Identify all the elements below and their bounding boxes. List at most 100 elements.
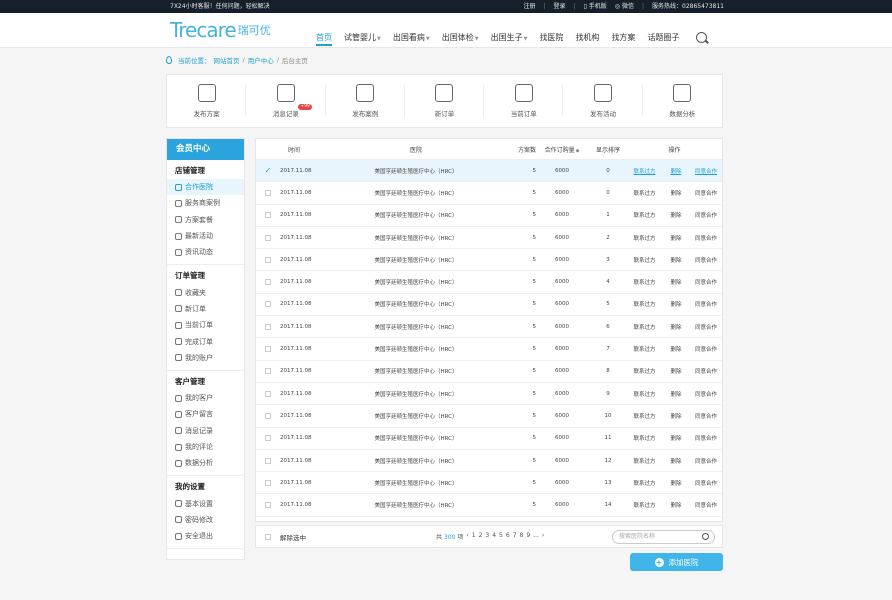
sidebar-item[interactable]: 安全退出 (167, 528, 244, 544)
mobile-link[interactable]: ▯ 手机版 (584, 0, 607, 13)
row-checkbox[interactable] (256, 323, 280, 330)
sidebar-item[interactable]: 我的客户 (167, 390, 244, 406)
nav-item[interactable]: 话题圈子 (641, 13, 685, 48)
agree-link[interactable]: 同意合作 (691, 434, 721, 442)
col-orders[interactable]: 合作订购量◆ (536, 145, 588, 154)
sidebar-item[interactable]: 合作医院 (167, 179, 244, 196)
row-checkbox[interactable] (256, 212, 280, 219)
search-icon[interactable] (696, 32, 707, 43)
row-checkbox[interactable] (256, 457, 280, 464)
nav-item[interactable]: 出国看病▼ (387, 13, 436, 48)
row-checkbox[interactable] (256, 234, 280, 241)
contact-link[interactable]: 联系过方 (628, 434, 661, 442)
page-link[interactable]: 1 (472, 532, 476, 541)
contact-link[interactable]: 联系过方 (628, 278, 661, 286)
nav-item[interactable]: 首页 (310, 13, 338, 48)
logo[interactable]: Trecare 瑞可优 (170, 17, 271, 43)
quick-action[interactable]: 当前订单 (484, 75, 564, 127)
sidebar-item[interactable]: 客户留言 (167, 406, 244, 422)
wechat-link[interactable]: ◎ 微信 (615, 0, 634, 13)
hospital-search-input[interactable]: 搜索医院名称 (612, 530, 715, 544)
agree-link[interactable]: 同意合作 (691, 457, 721, 465)
register-link[interactable]: 注册 (523, 0, 535, 13)
page-link[interactable]: 3 (485, 532, 489, 541)
quick-action[interactable]: 数据分析 (643, 75, 722, 127)
contact-link[interactable]: 联系过方 (628, 256, 661, 264)
breadcrumb-home[interactable]: 网站首页 (214, 55, 240, 65)
contact-link[interactable]: 联系过方 (628, 501, 661, 509)
nav-item[interactable]: 出国体检▼ (436, 13, 485, 48)
breadcrumb-center[interactable]: 用户中心 (248, 55, 274, 65)
login-link[interactable]: 登录 (553, 0, 565, 13)
delete-link[interactable]: 删除 (661, 367, 691, 375)
agree-link[interactable]: 同意合作 (691, 256, 721, 264)
row-checkbox[interactable] (256, 502, 280, 509)
nav-item[interactable]: 找医院 (533, 13, 569, 48)
quick-action[interactable]: 消息记录 +99 (246, 75, 326, 127)
row-checkbox[interactable] (256, 301, 280, 308)
delete-link[interactable]: 删除 (661, 278, 691, 286)
delete-link[interactable]: 删除 (661, 457, 691, 465)
row-checkbox[interactable] (256, 346, 280, 353)
page-link[interactable]: 9 (526, 532, 530, 541)
quick-action[interactable]: 发布活动 (563, 75, 643, 127)
contact-link[interactable]: 联系过方 (628, 323, 661, 331)
row-checkbox[interactable]: ✓ (256, 166, 280, 175)
delete-link[interactable]: 删除 (661, 211, 691, 219)
agree-link[interactable]: 同意合作 (691, 479, 721, 487)
agree-link[interactable]: 同意合作 (691, 345, 721, 353)
contact-link[interactable]: 联系过方 (628, 479, 661, 487)
contact-link[interactable]: 联系过方 (628, 234, 661, 242)
nav-item[interactable]: 找方案 (605, 13, 641, 48)
row-checkbox[interactable] (256, 435, 280, 442)
quick-action[interactable]: 发布案例 (326, 75, 406, 127)
page-link[interactable]: 6 (506, 532, 510, 541)
delete-link[interactable]: 删除 (661, 167, 691, 175)
sidebar-item[interactable]: 收藏夹 (167, 284, 244, 300)
delete-link[interactable]: 删除 (661, 234, 691, 242)
page-link[interactable]: 7 (513, 532, 517, 541)
agree-link[interactable]: 同意合作 (691, 167, 721, 175)
agree-link[interactable]: 同意合作 (691, 211, 721, 219)
sidebar-item[interactable]: 方案套餐 (167, 212, 244, 228)
sidebar-item[interactable]: 资讯动态 (167, 244, 244, 260)
nav-item[interactable]: 出国生子▼ (485, 13, 534, 48)
delete-link[interactable]: 删除 (661, 256, 691, 264)
sidebar-item[interactable]: 最新活动 (167, 228, 244, 244)
contact-link[interactable]: 联系过方 (628, 189, 661, 197)
agree-link[interactable]: 同意合作 (691, 501, 721, 509)
quick-action[interactable]: 新订单 (405, 75, 485, 127)
sidebar-item[interactable]: 数据分析 (167, 455, 244, 471)
delete-link[interactable]: 删除 (661, 390, 691, 398)
contact-link[interactable]: 联系过方 (628, 345, 661, 353)
page-link[interactable]: 5 (499, 532, 503, 541)
sidebar-item[interactable]: 当前订单 (167, 317, 244, 333)
select-all-checkbox[interactable] (265, 533, 271, 540)
delete-link[interactable]: 删除 (661, 501, 691, 509)
add-hospital-button[interactable]: + 添加医院 (630, 553, 723, 571)
search-icon[interactable] (702, 533, 709, 540)
sidebar-item[interactable]: 完成订单 (167, 333, 244, 349)
agree-link[interactable]: 同意合作 (691, 390, 721, 398)
delete-link[interactable]: 删除 (661, 189, 691, 197)
remove-selected-button[interactable]: 解除选中 (280, 532, 306, 542)
pager-next[interactable]: › (542, 532, 544, 541)
delete-link[interactable]: 删除 (661, 479, 691, 487)
row-checkbox[interactable] (256, 479, 280, 486)
sidebar-item[interactable]: 基本设置 (167, 495, 244, 511)
nav-item[interactable]: 找机构 (569, 13, 605, 48)
contact-link[interactable]: 联系过方 (628, 167, 661, 175)
contact-link[interactable]: 联系过方 (628, 211, 661, 219)
row-checkbox[interactable] (256, 189, 280, 196)
page-link[interactable]: ... (533, 532, 539, 541)
delete-link[interactable]: 删除 (661, 345, 691, 353)
row-checkbox[interactable] (256, 279, 280, 286)
sidebar-item[interactable]: 我的账户 (167, 350, 244, 366)
sidebar-item[interactable]: 我的评论 (167, 439, 244, 455)
page-link[interactable]: 8 (520, 532, 524, 541)
delete-link[interactable]: 删除 (661, 300, 691, 308)
agree-link[interactable]: 同意合作 (691, 300, 721, 308)
sidebar-item[interactable]: 服务商案例 (167, 195, 244, 211)
contact-link[interactable]: 联系过方 (628, 390, 661, 398)
pager-prev[interactable]: ‹ (466, 532, 468, 541)
